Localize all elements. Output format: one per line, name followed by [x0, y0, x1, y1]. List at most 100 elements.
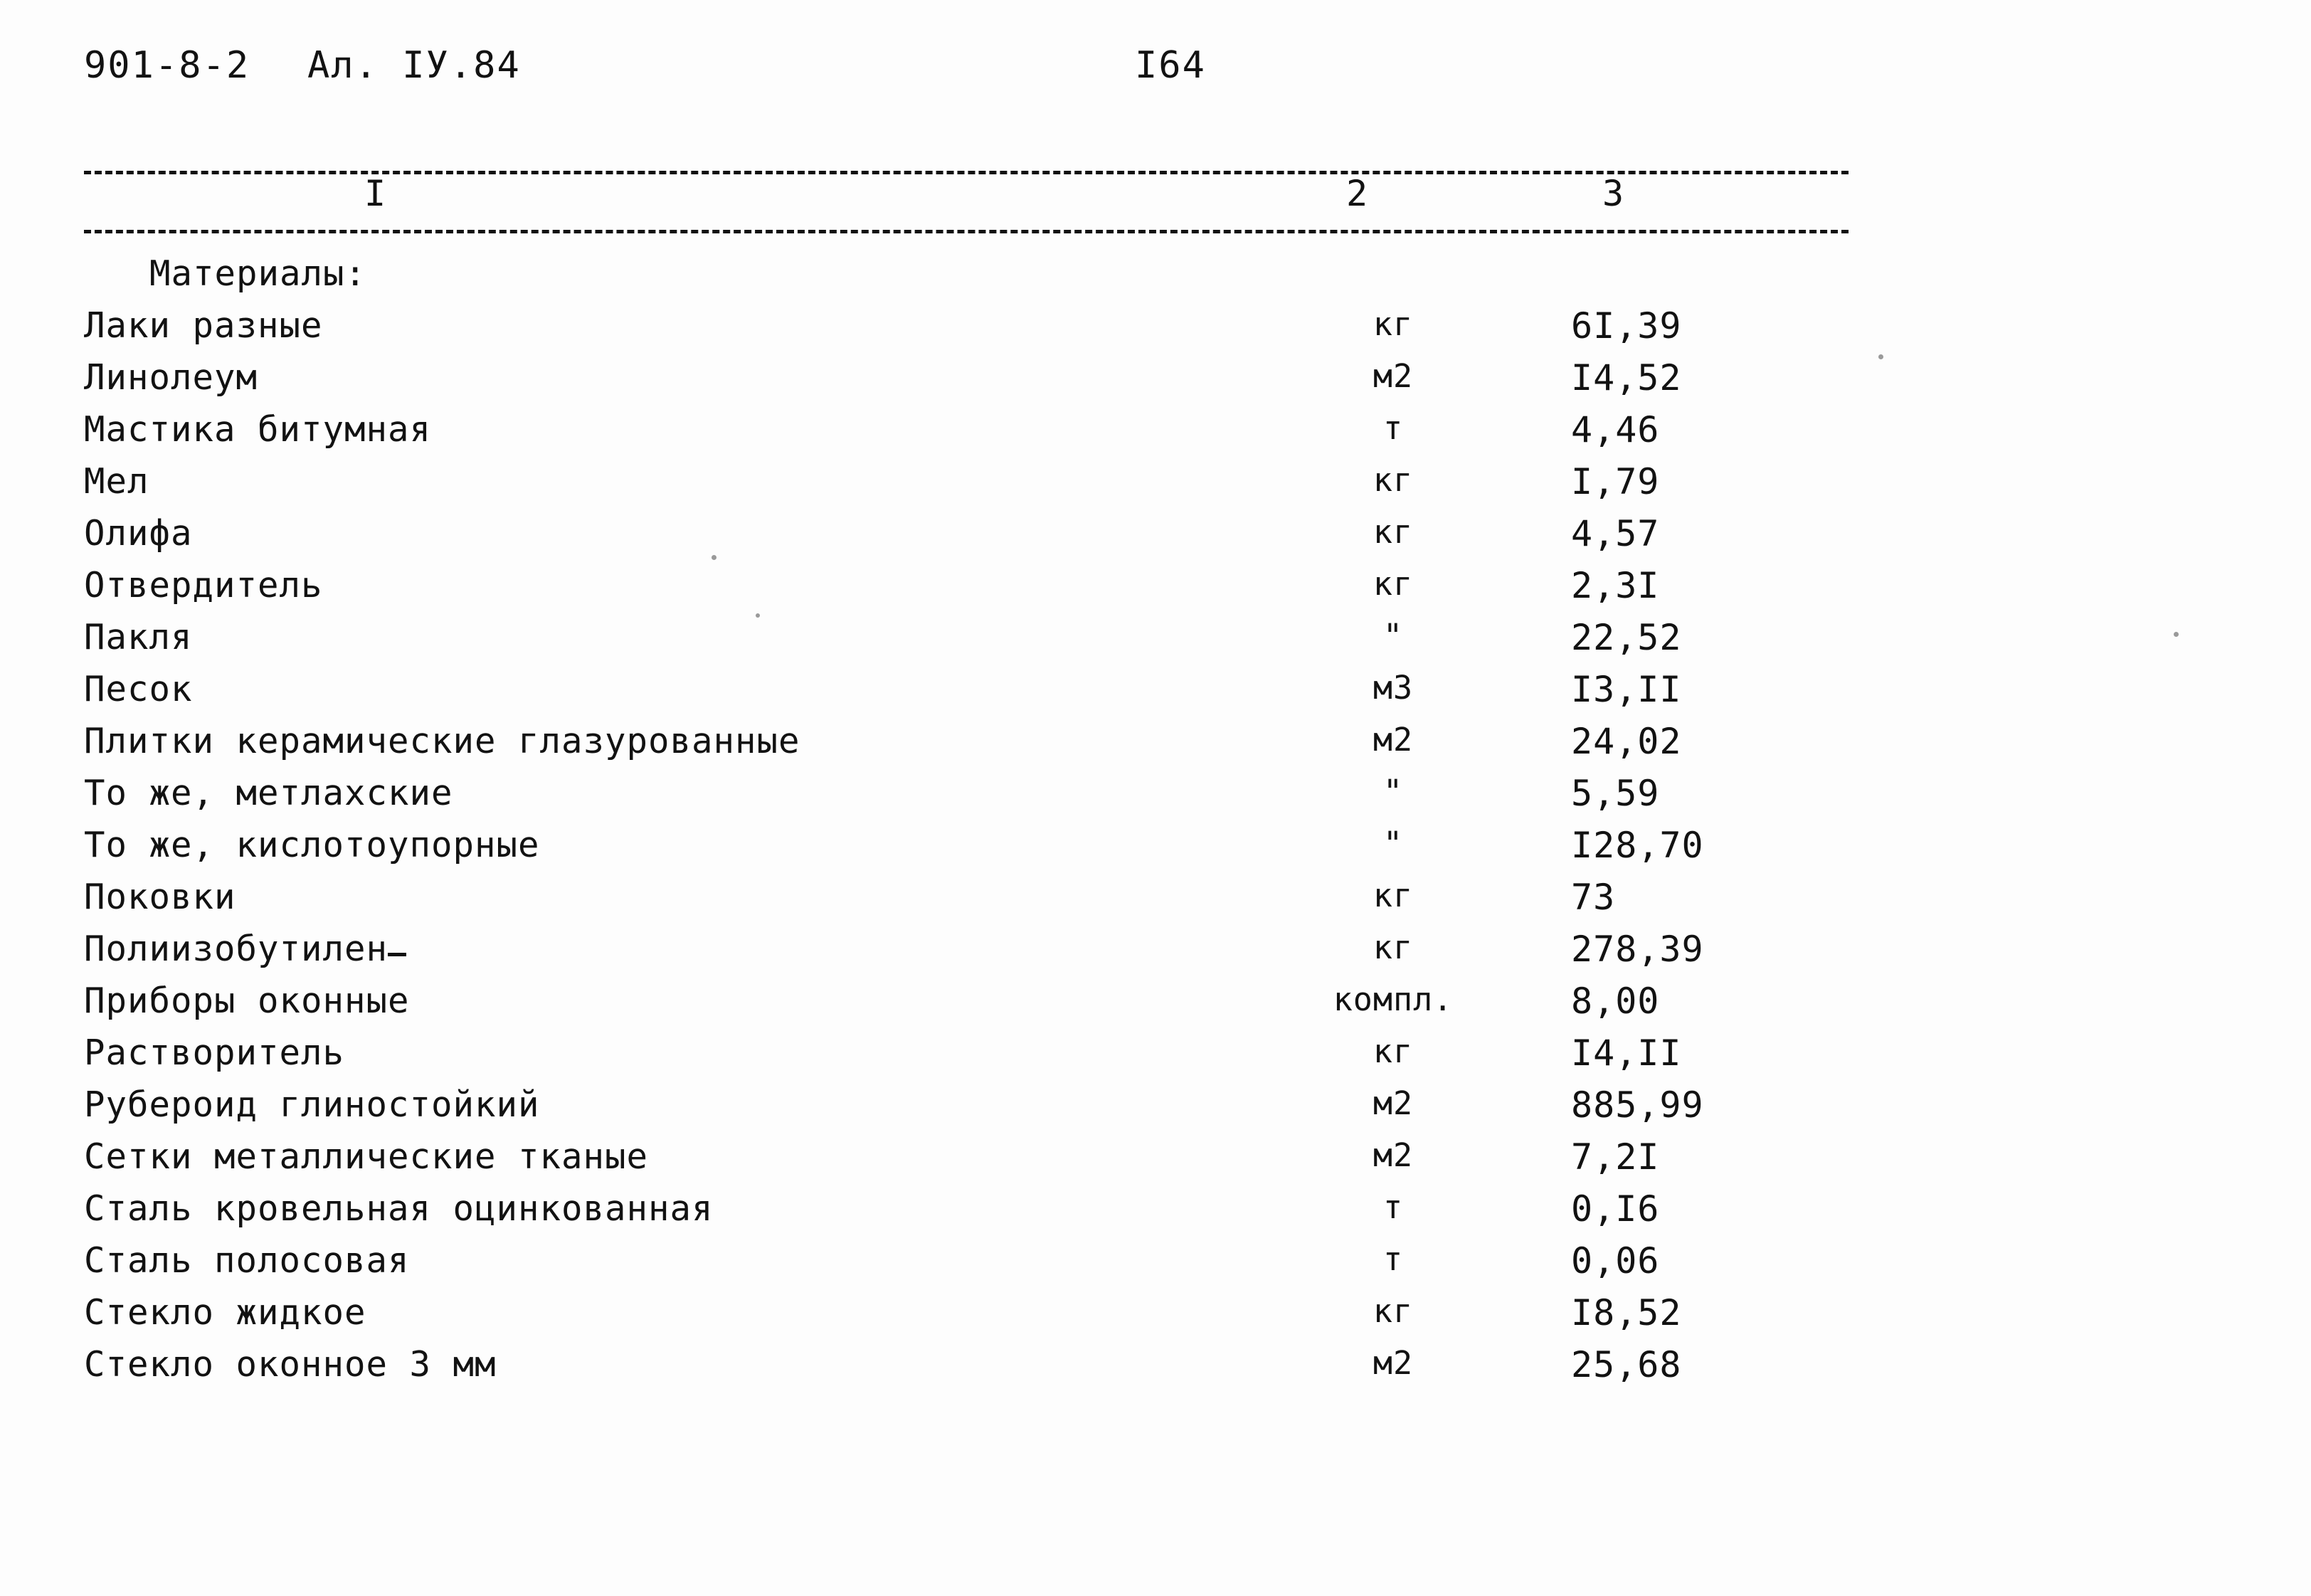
- material-unit: т: [1382, 1240, 1404, 1278]
- column-number-1: I: [354, 176, 396, 211]
- material-name: Мел: [84, 461, 149, 502]
- table-column-number-row: I 2 3: [84, 174, 1849, 230]
- material-name: Плитки керамические глазурованные: [84, 721, 800, 761]
- material-unit: ": [1382, 617, 1404, 655]
- material-unit: м2: [1373, 1136, 1414, 1174]
- column-number-3: 3: [1592, 176, 1634, 211]
- material-unit: кг: [1373, 565, 1414, 603]
- material-name: Сетки металлические тканые: [84, 1136, 649, 1177]
- material-name: Рубероид глиностойкий: [84, 1084, 540, 1125]
- material-quantity: 4,46: [1571, 409, 1660, 450]
- scan-speckle: [756, 613, 760, 618]
- material-unit: кг: [1373, 929, 1414, 966]
- material-unit: кг: [1373, 461, 1414, 499]
- material-unit: кг: [1373, 513, 1414, 551]
- material-unit: ": [1382, 773, 1404, 810]
- material-quantity: 8,00: [1571, 981, 1660, 1022]
- material-quantity: 6I,39: [1571, 305, 1682, 347]
- table-row: Линолеум м2 I4,52: [84, 357, 1849, 409]
- material-quantity: 4,57: [1571, 513, 1660, 554]
- table-row: Растворитель кг I4,II: [84, 1032, 1849, 1084]
- material-name: Растворитель: [84, 1032, 345, 1073]
- material-unit: м2: [1373, 1084, 1414, 1122]
- table-row: Стекло оконное 3 мм м2 25,68: [84, 1344, 1849, 1396]
- scan-speckle: [2174, 632, 2179, 637]
- material-unit: кг: [1373, 1292, 1414, 1330]
- document-page: 901-8-2 Ал. IУ.84 I64 I 2 3 Материалы: Л…: [0, 0, 2311, 1596]
- material-quantity: I,79: [1571, 461, 1660, 502]
- material-name: Сталь полосовая: [84, 1240, 410, 1281]
- material-unit: кг: [1373, 305, 1414, 343]
- material-name: Олифа: [84, 513, 193, 554]
- page-number: I64: [1135, 44, 1206, 87]
- column-number-2: 2: [1336, 176, 1378, 211]
- material-quantity: 278,39: [1571, 929, 1704, 970]
- material-unit: ": [1382, 825, 1404, 862]
- material-quantity: 22,52: [1571, 617, 1682, 658]
- material-name: Отвердитель: [84, 565, 323, 606]
- table-row: Олифа кг 4,57: [84, 513, 1849, 565]
- table-row: Полиизобутилен кг 278,39: [84, 929, 1849, 981]
- material-quantity: 73: [1571, 877, 1616, 918]
- material-quantity: 2,3I: [1571, 565, 1660, 606]
- material-quantity: 7,2I: [1571, 1136, 1660, 1178]
- material-quantity: 0,I6: [1571, 1188, 1660, 1230]
- document-header: 901-8-2 Ал. IУ.84 I64: [0, 44, 2311, 94]
- section-title-materials: Материалы:: [149, 253, 367, 294]
- material-quantity: I28,70: [1571, 825, 1704, 866]
- table-row: Сетки металлические тканые м2 7,2I: [84, 1136, 1849, 1188]
- material-quantity: I8,52: [1571, 1292, 1682, 1333]
- material-name: То же, метлахские: [84, 773, 453, 813]
- table-row: Приборы оконные компл. 8,00: [84, 981, 1849, 1032]
- material-name: Поковки: [84, 877, 236, 917]
- table-row: То же, кислотоупорные " I28,70: [84, 825, 1849, 877]
- table-row: Плитки керамические глазурованные м2 24,…: [84, 721, 1849, 773]
- table-row: Отвердитель кг 2,3I: [84, 565, 1849, 617]
- document-code: 901-8-2: [84, 44, 250, 87]
- table-row: Стекло жидкое кг I8,52: [84, 1292, 1849, 1344]
- table-row: Рубероид глиностойкий м2 885,99: [84, 1084, 1849, 1136]
- material-name: Сталь кровельная оцинкованная: [84, 1188, 714, 1229]
- table-row: Сталь кровельная оцинкованная т 0,I6: [84, 1188, 1849, 1240]
- material-unit: м2: [1373, 721, 1414, 759]
- table-row: Мастика битумная т 4,46: [84, 409, 1849, 461]
- table-row: Песок м3 I3,II: [84, 669, 1849, 721]
- material-quantity: 25,68: [1571, 1344, 1682, 1385]
- material-name: Стекло оконное 3 мм: [84, 1344, 497, 1385]
- material-quantity: 885,99: [1571, 1084, 1704, 1126]
- material-unit: м2: [1373, 1344, 1414, 1382]
- material-unit: т: [1382, 1188, 1404, 1226]
- material-name: Полиизобутилен: [84, 929, 407, 969]
- table-body: Материалы: Лаки разные кг 6I,39 Линолеум…: [84, 253, 1849, 1396]
- table-row: Мел кг I,79: [84, 461, 1849, 513]
- material-name: Мастика битумная: [84, 409, 432, 450]
- material-quantity: 5,59: [1571, 773, 1660, 814]
- scan-speckle: [712, 555, 716, 560]
- material-name: Линолеум: [84, 357, 258, 398]
- material-unit: кг: [1373, 877, 1414, 914]
- table-row: Поковки кг 73: [84, 877, 1849, 929]
- material-unit: м3: [1373, 669, 1414, 707]
- material-name: То же, кислотоупорные: [84, 825, 540, 865]
- material-quantity: 24,02: [1571, 721, 1682, 762]
- material-quantity: I3,II: [1571, 669, 1682, 710]
- material-quantity: 0,06: [1571, 1240, 1660, 1281]
- material-unit: компл.: [1333, 981, 1454, 1018]
- materials-table: I 2 3 Материалы: Лаки разные кг 6I,39 Ли…: [84, 171, 1849, 1396]
- stray-underline-mark: [388, 953, 407, 956]
- material-name: Пакля: [84, 617, 193, 657]
- material-unit: т: [1382, 409, 1404, 447]
- material-unit: м2: [1373, 357, 1414, 395]
- table-row: Лаки разные кг 6I,39: [84, 305, 1849, 357]
- material-name: Песок: [84, 669, 193, 709]
- table-row: Сталь полосовая т 0,06: [84, 1240, 1849, 1292]
- material-quantity: I4,II: [1571, 1032, 1682, 1074]
- material-name: Приборы оконные: [84, 981, 410, 1021]
- album-reference: Ал. IУ.84: [307, 44, 521, 87]
- scan-speckle: [1878, 354, 1883, 359]
- table-rule-middle: [84, 230, 1849, 233]
- table-row: Пакля " 22,52: [84, 617, 1849, 669]
- material-name: Лаки разные: [84, 305, 323, 346]
- material-unit: кг: [1373, 1032, 1414, 1070]
- material-quantity: I4,52: [1571, 357, 1682, 398]
